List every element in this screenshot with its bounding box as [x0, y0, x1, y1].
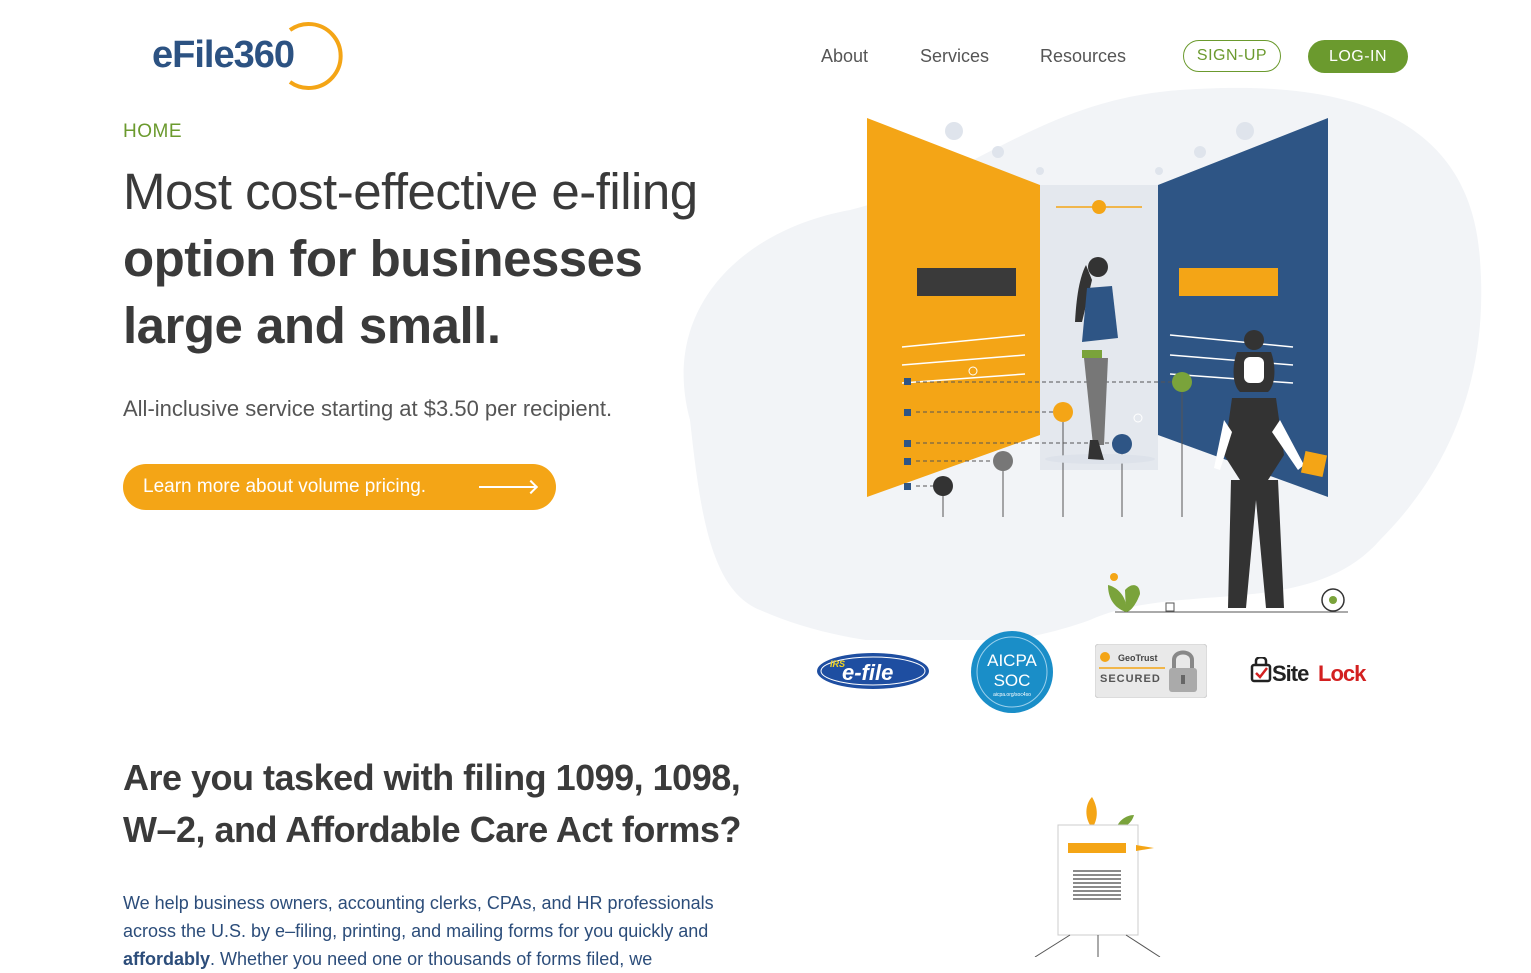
aicpa-url-text: aicpa.org/soc4so [993, 692, 1031, 698]
paragraph-line-2: across the U.S. by e–filing, printing, a… [123, 921, 709, 941]
soc-text: SOC [994, 671, 1031, 690]
sitelock-site-text: Site [1272, 661, 1309, 686]
logo[interactable]: eFile360 [150, 18, 355, 94]
aicpa-soc-logo-icon: AICPA SOC aicpa.org/soc4so [971, 631, 1053, 713]
logo-text: eFile360 [152, 34, 295, 76]
section-heading: Are you tasked with filing 1099, 1098, W… [123, 752, 783, 856]
sitelock-lock-text: Lock [1318, 661, 1367, 686]
geotrust-logo-icon: GeoTrust SECURED [1094, 643, 1208, 699]
document-illustration [1034, 797, 1161, 957]
section-paragraph: We help business owners, accounting cler… [123, 889, 763, 973]
irs-efile-text: e-file [842, 660, 893, 685]
geotrust-brand-text: GeoTrust [1118, 653, 1158, 663]
breadcrumb[interactable]: HOME [123, 121, 182, 143]
geotrust-secured-text: SECURED [1100, 673, 1161, 685]
section-heading-line-1: Are you tasked with filing 1099, 1098, [123, 757, 741, 798]
aicpa-text: AICPA [987, 651, 1037, 670]
paragraph-emphasis: affordably [123, 949, 211, 969]
paragraph-line-3: . Whether you need one or thousands of f… [210, 949, 653, 969]
sitelock-logo-icon: Site Lock [1250, 656, 1368, 686]
arrow-right-icon [479, 486, 535, 488]
aicpa-soc-badge: AICPA SOC aicpa.org/soc4so [970, 630, 1054, 719]
sitelock-badge: Site Lock [1250, 656, 1380, 694]
paragraph-line-1: We help business owners, accounting cler… [123, 893, 714, 913]
geotrust-secured-badge: GeoTrust SECURED [1094, 643, 1208, 703]
section-heading-line-2: W–2, and Affordable Care Act forms? [123, 809, 741, 850]
cta-label: Learn more about volume pricing. [143, 476, 427, 497]
volume-pricing-button[interactable]: Learn more about volume pricing. [123, 464, 556, 510]
irs-efile-badge: IRS e-file [816, 650, 930, 697]
hero-illustration [683, 87, 1482, 640]
hero-subtitle: All-inclusive service starting at $3.50 … [123, 396, 613, 421]
irs-efile-logo-icon: IRS e-file [817, 653, 929, 689]
